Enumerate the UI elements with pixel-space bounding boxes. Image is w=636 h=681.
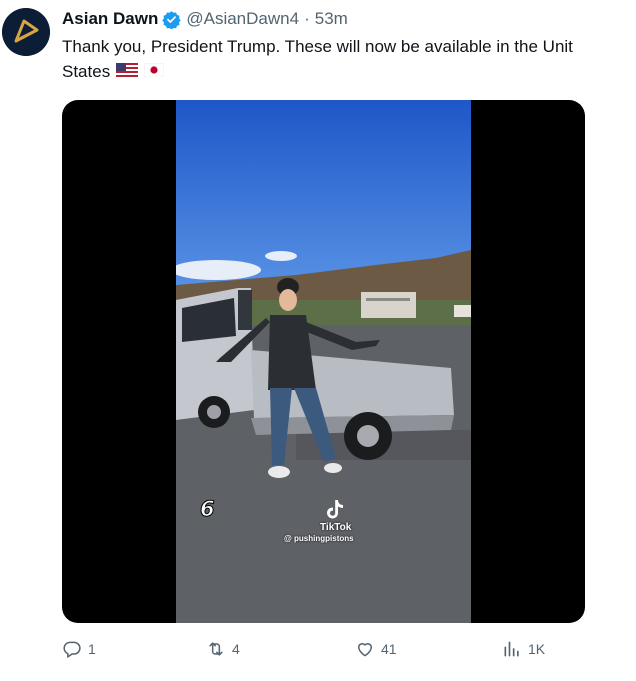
asian-dawn-logo-icon <box>2 8 50 56</box>
author-name[interactable]: Asian Dawn <box>62 9 158 29</box>
tweet-action-bar: 1 4 41 1K <box>0 639 636 665</box>
repost-button[interactable]: 4 <box>206 639 240 659</box>
views-count: 1K <box>528 641 546 657</box>
reply-icon <box>63 641 81 658</box>
tiktok-logo-icon <box>327 500 343 519</box>
author-avatar[interactable] <box>2 8 50 56</box>
us-flag-icon <box>116 59 139 84</box>
reply-button[interactable]: 1 <box>62 639 96 659</box>
tweet-text-line-2: States <box>62 59 636 84</box>
repost-icon <box>209 642 223 656</box>
separator-dot: · <box>304 9 310 28</box>
tweet-header: Asian Dawn @AsianDawn4 · 53m <box>62 8 348 30</box>
japan-flag-icon <box>144 59 165 84</box>
tweet-text: Thank you, President Trump. These will n… <box>62 34 636 84</box>
repost-count: 4 <box>232 641 240 657</box>
like-button[interactable]: 41 <box>355 639 397 659</box>
tiktok-watermark-handle: @ pushingpistons <box>284 534 354 543</box>
timestamp[interactable]: 53m <box>315 9 348 29</box>
tiktok-watermark-label: TikTok <box>320 522 352 533</box>
video-scene-image <box>176 100 471 623</box>
tweet-text-line-1: Thank you, President Trump. These will n… <box>62 37 573 56</box>
countdown-number: 6 <box>200 497 216 522</box>
views-button[interactable]: 1K <box>502 639 545 659</box>
heart-icon <box>358 643 372 657</box>
like-count: 41 <box>381 641 397 657</box>
author-handle[interactable]: @AsianDawn4 <box>186 9 299 29</box>
video-player[interactable]: 6 TikTok @ pushingpistons <box>62 100 585 623</box>
reply-count: 1 <box>88 641 96 657</box>
video-frame <box>176 100 471 623</box>
tweet-text-states: States <box>62 62 111 81</box>
verified-badge-icon[interactable] <box>162 10 182 30</box>
views-chart-icon <box>504 641 519 657</box>
